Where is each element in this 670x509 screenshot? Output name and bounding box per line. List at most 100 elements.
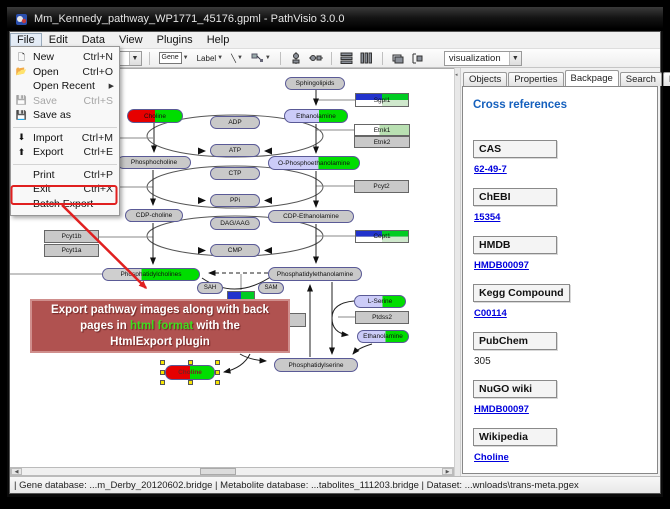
menu-item-open[interactable]: 📂OpenCtrl+O [11,65,119,80]
selection-handle[interactable] [160,370,165,375]
selection-handle[interactable] [160,380,165,385]
menu-item-export[interactable]: ⬆ExportCtrl+E [11,145,119,160]
import-icon: ⬇ [15,132,28,143]
backpage-panel: Cross references CAS62-49-7ChEBI15354HMD… [462,86,658,474]
menu-separator [13,160,117,165]
xref-link-choline[interactable]: Choline [474,452,509,463]
tab-search[interactable]: Search [620,72,662,86]
gene-node-cept1[interactable]: Cept1 [355,230,409,243]
distribute-horizontal-button[interactable] [339,51,355,65]
gene-node-pcyt1b[interactable]: Pcyt1b [44,230,99,243]
add-gene-node-button[interactable]: Gene ▼ [157,51,191,65]
metabolite-node-phosphocholine[interactable]: Phosphocholine [117,156,191,169]
menu-item-exit[interactable]: ExitCtrl+X [11,182,119,197]
chevron-down-icon[interactable]: ▼ [217,55,223,61]
xref-source-header: PubChem [473,332,557,350]
connector-tool-button[interactable]: ▼ [249,51,273,65]
metabolite-node-ppi[interactable]: PPi [210,194,260,207]
xref-link-15354[interactable]: 15354 [474,212,500,223]
canvas-horizontal-scrollbar[interactable]: ◀ ▶ [10,467,454,476]
metabolite-node-ethanolamine[interactable]: Ethanolamine [357,330,409,343]
metabolite-node-cmp[interactable]: CMP [210,244,260,257]
menubar-item-edit[interactable]: Edit [42,33,75,47]
split-pane-divider[interactable]: ◂ [454,68,461,476]
align-center-y-button[interactable] [308,51,324,65]
chevron-down-icon[interactable]: ▼ [183,55,189,61]
metabolite-node-ethanolamine[interactable]: Ethanolamine [284,109,348,123]
metabolite-node-phosphatidylcholines[interactable]: Phosphatidylcholines [102,268,200,281]
metabolite-node-choline[interactable]: Choline [165,365,215,380]
menu-item-import[interactable]: ⬇ImportCtrl+M [11,131,119,146]
menubar-item-help[interactable]: Help [200,33,237,47]
selection-handle[interactable] [215,380,220,385]
metabolite-node-l-serine[interactable]: L-Serine [354,295,406,308]
distribute-vertical-button[interactable] [359,51,375,65]
menubar-item-view[interactable]: View [112,33,150,47]
scrollbar-track[interactable] [22,468,442,475]
xref-link-c00114[interactable]: C00114 [474,308,507,319]
metabolite-node-phosphatidylethanolamine[interactable]: Phosphatidylethanolamine [268,267,362,281]
metabolite-node-ctp[interactable]: CTP [210,167,260,180]
metabolite-node-sam[interactable]: SAM [258,282,284,294]
gene-node-ptdss2[interactable]: Ptdss2 [355,311,409,324]
xref-link-62-49-7[interactable]: 62-49-7 [474,164,507,175]
menu-item-label: Save [33,95,84,107]
menubar-item-file[interactable]: File [10,33,42,47]
metabolite-node-atp[interactable]: ATP [210,144,260,157]
selection-handle[interactable] [215,370,220,375]
line-icon: ╲ [231,54,236,63]
line-tool-button[interactable]: ╲ ▼ [229,51,245,65]
stack-button[interactable] [390,51,406,65]
chevron-down-icon[interactable]: ▼ [509,52,521,65]
gene-node-etnk1[interactable]: Etnk1 [354,124,410,136]
menu-item-print[interactable]: PrintCtrl+P [11,168,119,183]
metabolite-node-sah[interactable]: SAH [197,282,223,294]
scroll-left-icon[interactable]: ◀ [11,468,22,475]
toolbar-separator [382,52,383,65]
metabolite-node-dag-aag[interactable]: DAG/AAG [210,217,260,230]
xref-link-hmdb00097[interactable]: HMDB00097 [474,404,529,415]
app-icon [15,13,28,26]
align-center-x-button[interactable] [288,51,304,65]
metabolite-node-o-phosphoethanolamine[interactable]: O-Phosphoethanolamine [268,156,360,170]
menu-item-open-recent[interactable]: Open Recent▶ [11,79,119,94]
tab-backpage[interactable]: Backpage [565,70,619,86]
menubar-item-plugins[interactable]: Plugins [150,33,200,47]
tab-properties[interactable]: Properties [508,72,563,86]
selection-handle[interactable] [215,360,220,365]
gene-node-pcyt2[interactable]: Pcyt2 [354,180,409,193]
xref-section-chebi: ChEBI15354 [473,187,657,223]
metabolite-node-phosphatidylserine[interactable]: Phosphatidylserine [274,358,358,372]
group-button[interactable] [410,51,426,65]
add-label-button[interactable]: Label ▼ [195,51,226,65]
chevron-down-icon[interactable]: ▼ [265,55,271,61]
gene-node-etnk2[interactable]: Etnk2 [354,136,410,148]
chevron-down-icon[interactable]: ▼ [237,55,243,61]
menu-item-batch-export[interactable]: Batch Export [11,197,119,212]
tab-objects[interactable]: Objects [463,72,507,86]
menubar-item-data[interactable]: Data [75,33,112,47]
visualization-combobox[interactable]: visualization ▼ [444,51,522,66]
divider-collapse-icon[interactable]: ◂ [455,72,458,78]
metabolite-node-cdp-ethanolamine[interactable]: CDP-Ethanolamine [268,210,354,223]
selection-handle[interactable] [160,360,165,365]
scroll-right-icon[interactable]: ▶ [442,468,453,475]
tab-legend[interactable]: Legend [663,72,670,86]
metabolite-node-cdp-choline[interactable]: CDP-choline [125,209,183,222]
xref-section-cas: CAS62-49-7 [473,139,657,175]
menu-item-new[interactable]: 🗋NewCtrl+N [11,50,119,65]
selection-handle[interactable] [188,380,193,385]
xref-value: 305 [474,356,657,367]
menu-item-save-as[interactable]: 💾Save as [11,108,119,123]
xref-link-hmdb00097[interactable]: HMDB00097 [474,260,529,271]
gene-node-sgpl1[interactable]: Sgpl1 [355,93,409,107]
menu-item-shortcut: Ctrl+E [84,146,119,158]
metabolite-node-sphingolipids[interactable]: Sphingolipids [285,77,345,90]
metabolite-node-choline[interactable]: Choline [127,109,183,123]
metabolite-node-adp[interactable]: ADP [210,116,260,129]
menu-item-label: Open [33,66,82,78]
chevron-down-icon[interactable]: ▼ [129,52,141,65]
selection-handle[interactable] [188,360,193,365]
scrollbar-thumb[interactable] [200,468,236,475]
gene-node-pcyt1a[interactable]: Pcyt1a [44,244,99,257]
